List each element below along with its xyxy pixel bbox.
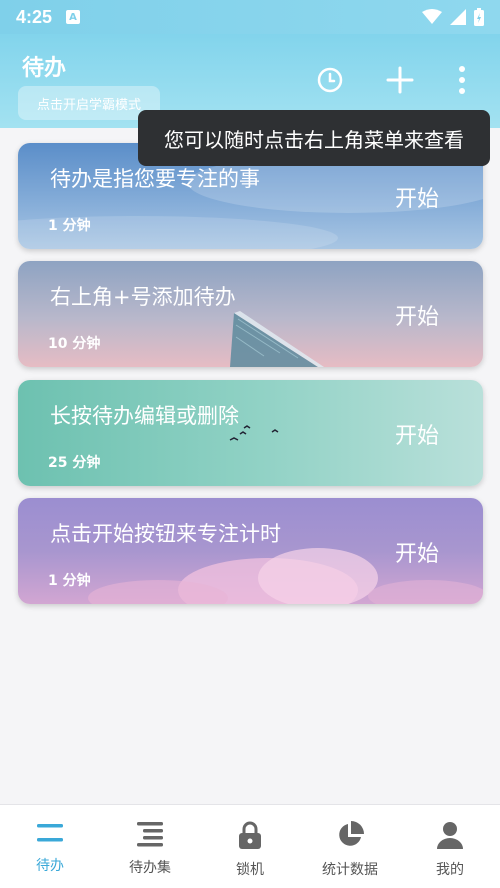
nav-label: 我的 <box>436 862 464 878</box>
overflow-menu-button[interactable] <box>446 64 478 96</box>
lock-icon <box>239 821 261 849</box>
nav-label: 统计数据 <box>322 862 378 878</box>
start-button[interactable]: 开始 <box>395 418 439 450</box>
task-title: 右上角+号添加待办 <box>50 285 236 309</box>
task-duration: 1 分钟 <box>48 218 91 234</box>
task-title: 长按待办编辑或删除 <box>50 404 239 428</box>
nav-tab-todo-set[interactable]: 待办集 <box>100 805 200 888</box>
nav-tab-mine[interactable]: 我的 <box>400 805 500 888</box>
pie-chart-icon <box>339 821 364 846</box>
status-time: 4:25 <box>16 6 53 27</box>
plus-icon <box>386 66 414 94</box>
add-task-button[interactable] <box>384 64 416 96</box>
page-title: 待办 <box>22 56 67 81</box>
task-duration: 10 分钟 <box>48 336 101 352</box>
history-clock-button[interactable] <box>314 64 346 96</box>
more-vertical-icon <box>459 66 465 94</box>
task-duration: 1 分钟 <box>48 573 91 589</box>
nav-label: 待办集 <box>129 860 171 876</box>
task-title: 待办是指您要专注的事 <box>50 167 260 191</box>
clock-icon <box>317 67 343 93</box>
start-button[interactable]: 开始 <box>395 536 439 568</box>
start-button[interactable]: 开始 <box>395 181 439 213</box>
nav-tab-statistics[interactable]: 统计数据 <box>300 805 400 888</box>
person-icon <box>437 822 463 849</box>
task-duration: 25 分钟 <box>48 455 101 471</box>
status-bar: 4:25 A <box>0 0 500 34</box>
task-title: 点击开始按钮来专注计时 <box>50 522 281 546</box>
wifi-icon <box>422 9 442 24</box>
nav-label: 锁机 <box>236 862 264 878</box>
bottom-nav: 待办 待办集 锁机 统计数据 我的 <box>0 804 500 888</box>
task-card[interactable]: 右上角+号添加待办 10 分钟 开始 <box>18 261 483 367</box>
nav-tab-lock[interactable]: 锁机 <box>200 805 300 888</box>
nav-tab-todo[interactable]: 待办 <box>0 805 100 888</box>
start-button[interactable]: 开始 <box>395 299 439 331</box>
notification-icon: A <box>66 10 81 24</box>
task-card[interactable]: 点击开始按钮来专注计时 1 分钟 开始 <box>18 498 483 604</box>
nav-label: 待办 <box>36 858 64 874</box>
list-icon <box>37 824 63 842</box>
signal-icon <box>450 9 466 25</box>
battery-icon <box>474 8 484 26</box>
menu-hint-tooltip: 您可以随时点击右上角菜单来查看 <box>138 110 490 166</box>
status-indicators <box>422 8 484 26</box>
task-card[interactable]: 长按待办编辑或删除 25 分钟 开始 <box>18 380 483 486</box>
list-set-icon <box>137 822 163 847</box>
